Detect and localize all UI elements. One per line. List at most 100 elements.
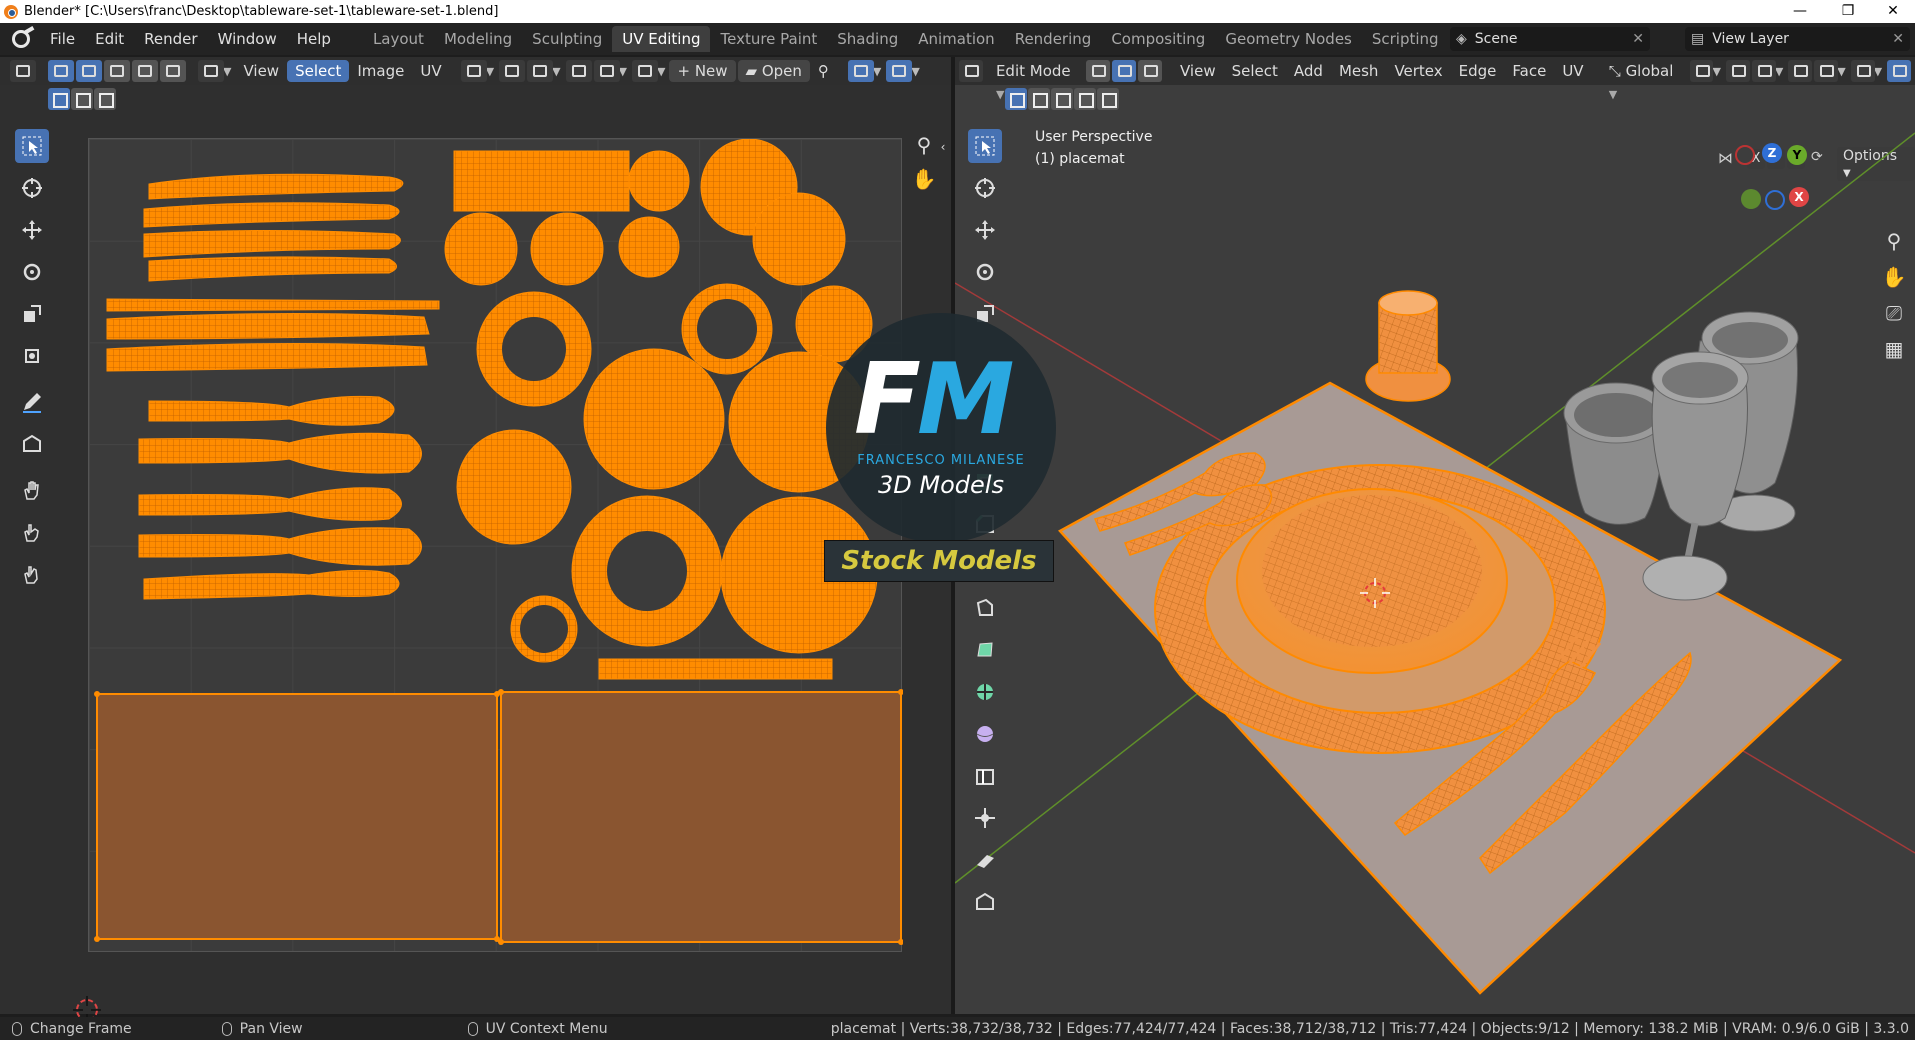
- sync-selection-icon[interactable]: [48, 60, 74, 82]
- vp-menu-view[interactable]: View: [1172, 60, 1224, 82]
- move-tool[interactable]: [968, 213, 1002, 247]
- rip-tool[interactable]: [15, 427, 49, 461]
- snap-icon[interactable]: [1725, 60, 1750, 82]
- visibility-eye-icon[interactable]: [1850, 60, 1875, 82]
- edge-select-icon[interactable]: [104, 60, 130, 82]
- gizmo-neg-y[interactable]: [1741, 189, 1761, 209]
- gizmo-y-axis[interactable]: Y: [1787, 145, 1807, 165]
- menu-render[interactable]: Render: [134, 23, 207, 55]
- blender-menu-icon[interactable]: [12, 30, 30, 48]
- proportional-editing-icon[interactable]: [1788, 60, 1813, 82]
- zoom-icon[interactable]: ⚲: [1880, 227, 1908, 255]
- tab-modeling[interactable]: Modeling: [434, 26, 522, 52]
- open-image-button[interactable]: ▰ Open: [737, 60, 810, 82]
- scale-tool[interactable]: [15, 297, 49, 331]
- snap-increment-icon[interactable]: [527, 60, 554, 82]
- snap-icon[interactable]: [499, 60, 526, 82]
- falloff-icon[interactable]: [593, 60, 620, 82]
- vp-menu-face[interactable]: Face: [1504, 60, 1554, 82]
- gizmo-neg-z[interactable]: [1765, 190, 1785, 210]
- gizmo-toggle-icon[interactable]: [1887, 60, 1912, 82]
- rotate-tool[interactable]: [968, 255, 1002, 289]
- close-icon[interactable]: ✕: [1632, 31, 1644, 47]
- pin-icon[interactable]: ⚲: [810, 60, 837, 82]
- select-new-icon[interactable]: [48, 88, 70, 110]
- vertex-select-icon[interactable]: [76, 60, 102, 82]
- vp-menu-mesh[interactable]: Mesh: [1331, 60, 1387, 82]
- grab-tool[interactable]: [15, 473, 49, 507]
- sidebar-toggle-icon[interactable]: ‹: [936, 133, 950, 161]
- tab-sculpting[interactable]: Sculpting: [522, 26, 612, 52]
- snap-increment-icon[interactable]: [1751, 60, 1776, 82]
- select-subtract-icon[interactable]: [94, 88, 116, 110]
- tab-geometry-nodes[interactable]: Geometry Nodes: [1215, 26, 1362, 52]
- tab-compositing[interactable]: Compositing: [1101, 26, 1215, 52]
- select-box-tool[interactable]: [968, 129, 1002, 163]
- poly-build-tool[interactable]: [968, 633, 1002, 667]
- close-icon[interactable]: ✕: [1892, 31, 1904, 47]
- 3d-viewport[interactable]: Edit Mode ▼ View Select Add Mesh Vertex …: [955, 57, 1915, 1014]
- sticky-selection-icon[interactable]: [198, 60, 224, 82]
- face-mode-icon[interactable]: [1137, 60, 1162, 82]
- pivot-point-icon[interactable]: [1689, 60, 1714, 82]
- editor-type-icon[interactable]: [959, 60, 983, 82]
- cursor-tool[interactable]: [968, 171, 1002, 205]
- image-browse-icon[interactable]: [632, 60, 658, 82]
- view-layer-selector[interactable]: ▤ View Layer ✕: [1685, 27, 1910, 51]
- menu-edit[interactable]: Edit: [85, 23, 134, 55]
- select-intersect-icon[interactable]: [1097, 88, 1119, 110]
- menu-file[interactable]: File: [40, 23, 85, 55]
- gizmo-toggle-icon[interactable]: [847, 60, 874, 82]
- face-select-icon[interactable]: [132, 60, 158, 82]
- tab-animation[interactable]: Animation: [908, 26, 1004, 52]
- select-box-tool[interactable]: [15, 129, 49, 163]
- vertex-mode-icon[interactable]: [1085, 60, 1110, 82]
- tab-texture-paint[interactable]: Texture Paint: [710, 26, 827, 52]
- edge-slide-tool[interactable]: [968, 759, 1002, 793]
- vp-menu-edge[interactable]: Edge: [1451, 60, 1505, 82]
- tab-layout[interactable]: Layout: [363, 26, 434, 52]
- scene-selector[interactable]: ◈ Scene ✕: [1450, 27, 1650, 51]
- shear-tool[interactable]: [968, 843, 1002, 877]
- select-extend-icon[interactable]: [71, 88, 93, 110]
- spin-tool[interactable]: [968, 675, 1002, 709]
- uv-menu-uv[interactable]: UV: [412, 60, 449, 82]
- select-extend-icon[interactable]: [1028, 88, 1050, 110]
- select-subtract-icon[interactable]: [1051, 88, 1073, 110]
- uv-menu-select[interactable]: Select: [287, 60, 350, 82]
- cursor-tool[interactable]: [15, 171, 49, 205]
- smooth-tool[interactable]: [968, 717, 1002, 751]
- tab-rendering[interactable]: Rendering: [1005, 26, 1102, 52]
- uv-editor[interactable]: ▼ View Select Image UV ▼ ▼ ▼ ▼ + New ▰ O…: [0, 57, 951, 1024]
- annotate-tool[interactable]: [15, 385, 49, 419]
- orientation-dropdown[interactable]: ⤡ Global ▼: [1601, 60, 1689, 101]
- minimize-button[interactable]: —: [1777, 0, 1823, 23]
- select-invert-icon[interactable]: [1074, 88, 1096, 110]
- pan-hand-icon[interactable]: ✋: [1880, 263, 1908, 291]
- close-window-button[interactable]: ✕: [1870, 0, 1915, 23]
- gizmo-x-axis[interactable]: X: [1789, 187, 1809, 207]
- tab-scripting[interactable]: Scripting: [1362, 26, 1449, 52]
- vp-menu-uv[interactable]: UV: [1554, 60, 1591, 82]
- transform-tool[interactable]: [15, 339, 49, 373]
- uv-menu-view[interactable]: View: [235, 60, 287, 82]
- proportional-editing-icon[interactable]: [565, 60, 592, 82]
- mode-dropdown[interactable]: Edit Mode ▼: [988, 60, 1085, 101]
- overlay-toggle-icon[interactable]: [886, 60, 913, 82]
- new-image-button[interactable]: + New: [669, 60, 736, 82]
- vp-menu-select[interactable]: Select: [1224, 60, 1286, 82]
- tab-uv-editing[interactable]: UV Editing: [612, 26, 711, 52]
- zoom-icon[interactable]: ⚲: [910, 131, 938, 159]
- falloff-icon[interactable]: [1814, 60, 1839, 82]
- island-select-icon[interactable]: [160, 60, 186, 82]
- pan-hand-icon[interactable]: ✋: [910, 165, 938, 193]
- rotate-tool[interactable]: [15, 255, 49, 289]
- relax-tool[interactable]: [15, 515, 49, 549]
- editor-type-icon[interactable]: [10, 60, 36, 82]
- shrink-fatten-tool[interactable]: [968, 801, 1002, 835]
- rip-region-tool[interactable]: [968, 885, 1002, 919]
- edge-mode-icon[interactable]: [1111, 60, 1136, 82]
- menu-help[interactable]: Help: [287, 23, 341, 55]
- gizmo-neg-x[interactable]: [1735, 145, 1755, 165]
- move-tool[interactable]: [15, 213, 49, 247]
